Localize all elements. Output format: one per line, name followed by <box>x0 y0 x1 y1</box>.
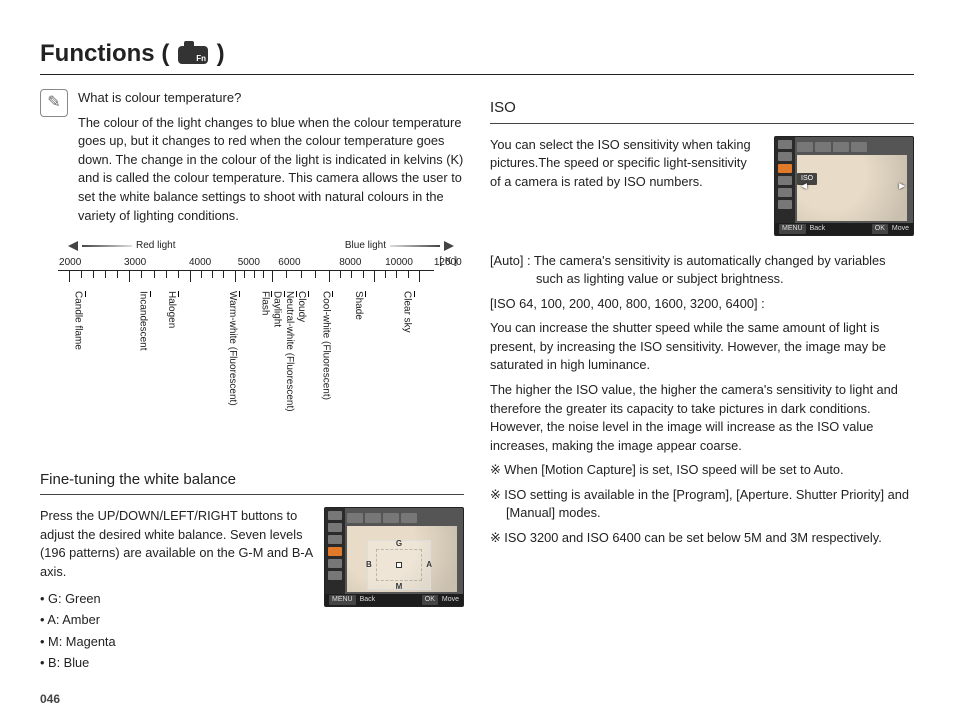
camera-fn-icon <box>178 46 208 64</box>
light-source-label: Cool-white (Fluorescent) <box>318 291 334 400</box>
iso-note: ※ ISO setting is available in the [Progr… <box>490 486 914 523</box>
iso-photo-icon <box>797 155 907 221</box>
light-source-label: Halogen <box>164 291 180 328</box>
iso-intro: You can select the ISO sensitivity when … <box>490 136 760 236</box>
iso-heading: ISO <box>490 97 914 124</box>
title-suffix: ) <box>217 40 225 67</box>
iso-body-1: You can increase the shutter speed while… <box>490 319 914 375</box>
back-label: Back <box>360 595 376 605</box>
wb-cursor-icon <box>396 562 402 568</box>
iso-lcd-preview: ISO ◄ ► MENU Back OK Move <box>774 136 914 236</box>
grid-bottom-label: M <box>396 581 403 593</box>
blue-arrow: Blue light <box>345 239 454 254</box>
iso-note: ※ When [Motion Capture] is set, ISO spee… <box>490 461 914 480</box>
kelvin-value: 3000 <box>124 256 146 271</box>
red-light-label: Red light <box>136 239 175 254</box>
wb-heading: Fine-tuning the white balance <box>40 469 464 496</box>
light-sources: Candle flame Incandescent Halogen Warm-whit… <box>58 291 464 451</box>
note-question: What is colour temperature? <box>78 89 464 108</box>
ok-tag: OK <box>422 595 438 605</box>
grid-top-label: G <box>396 538 402 550</box>
grid-left-label: B <box>366 560 372 572</box>
back-label: Back <box>810 224 826 234</box>
grid-right-label: A <box>426 560 432 572</box>
wb-colour-list: • G: Green • A: Amber • M: Magenta • B: Blu… <box>40 590 314 673</box>
arrow-left-icon <box>68 241 78 251</box>
pencil-note-icon: ✎ <box>40 89 68 117</box>
wb-lcd-preview: G A M B MENU Back OK Move <box>324 507 464 607</box>
blue-light-label: Blue light <box>345 239 386 254</box>
move-label: Move <box>442 595 459 605</box>
title-prefix: Functions ( <box>40 40 169 67</box>
kelvin-value: 10000 <box>385 256 413 271</box>
iso-note: ※ ISO 3200 and ISO 6400 can be set below… <box>490 529 914 548</box>
light-source-label: Clear sky <box>399 291 415 333</box>
page-number: 046 <box>40 692 60 706</box>
wb-colour-item: • G: Green <box>40 590 314 609</box>
kelvin-value: 5000 <box>238 256 260 271</box>
menu-tag: MENU <box>329 595 356 605</box>
move-label: Move <box>892 224 909 234</box>
menu-tag: MENU <box>779 224 806 234</box>
wb-colour-item: • A: Amber <box>40 611 314 630</box>
note-body: The colour of the light changes to blue … <box>78 114 464 225</box>
colour-temp-scale: Red light Blue light [ K ] 2000300040005… <box>58 239 464 451</box>
light-source-label: Cloudy <box>293 291 309 322</box>
arrow-right-icon <box>444 241 454 251</box>
iso-auto-label: [Auto] : <box>490 253 531 268</box>
wb-grid: G A M B <box>367 540 431 590</box>
kelvin-value: 2000 <box>59 256 81 271</box>
iso-auto-row: [Auto] : The camera's sensitivity is aut… <box>490 252 914 289</box>
wb-colour-item: • B: Blue <box>40 654 314 673</box>
light-source-label: Shade <box>350 291 366 320</box>
wb-menu-highlight-icon <box>328 547 342 556</box>
iso-body-2: The higher the ISO value, the higher the… <box>490 381 914 455</box>
iso-menu-highlight-icon <box>778 164 792 173</box>
nav-right-icon: ► <box>897 180 907 195</box>
wb-colour-item: • M: Magenta <box>40 633 314 652</box>
kelvin-value: 4000 <box>189 256 211 271</box>
kelvin-labels: [ K ] 2000300040005000600080001000012000 <box>58 256 464 270</box>
iso-values-label: [ISO 64, 100, 200, 400, 800, 1600, 3200,… <box>490 295 914 314</box>
light-source-label: Candle flame <box>70 291 86 350</box>
left-column: ✎ What is colour temperature? The colour… <box>40 89 464 676</box>
kelvin-value: 6000 <box>278 256 300 271</box>
kelvin-value: 12000 <box>434 256 462 271</box>
kelvin-ticks <box>58 271 434 285</box>
nav-left-icon: ◄ <box>799 180 809 195</box>
kelvin-value: 8000 <box>339 256 361 271</box>
info-note: ✎ What is colour temperature? The colour… <box>40 89 464 225</box>
page-title: Functions ( ) <box>40 40 914 75</box>
iso-auto-text: The camera's sensitivity is automaticall… <box>534 253 886 287</box>
light-source-label: Warm-white (Fluorescent) <box>224 291 240 406</box>
light-source-label: Incandescent <box>135 291 151 351</box>
ok-tag: OK <box>872 224 888 234</box>
right-column: ISO You can select the ISO sensitivity w… <box>490 89 914 676</box>
red-arrow: Red light <box>68 239 175 254</box>
wb-body: Press the UP/DOWN/LEFT/RIGHT buttons to … <box>40 507 314 581</box>
